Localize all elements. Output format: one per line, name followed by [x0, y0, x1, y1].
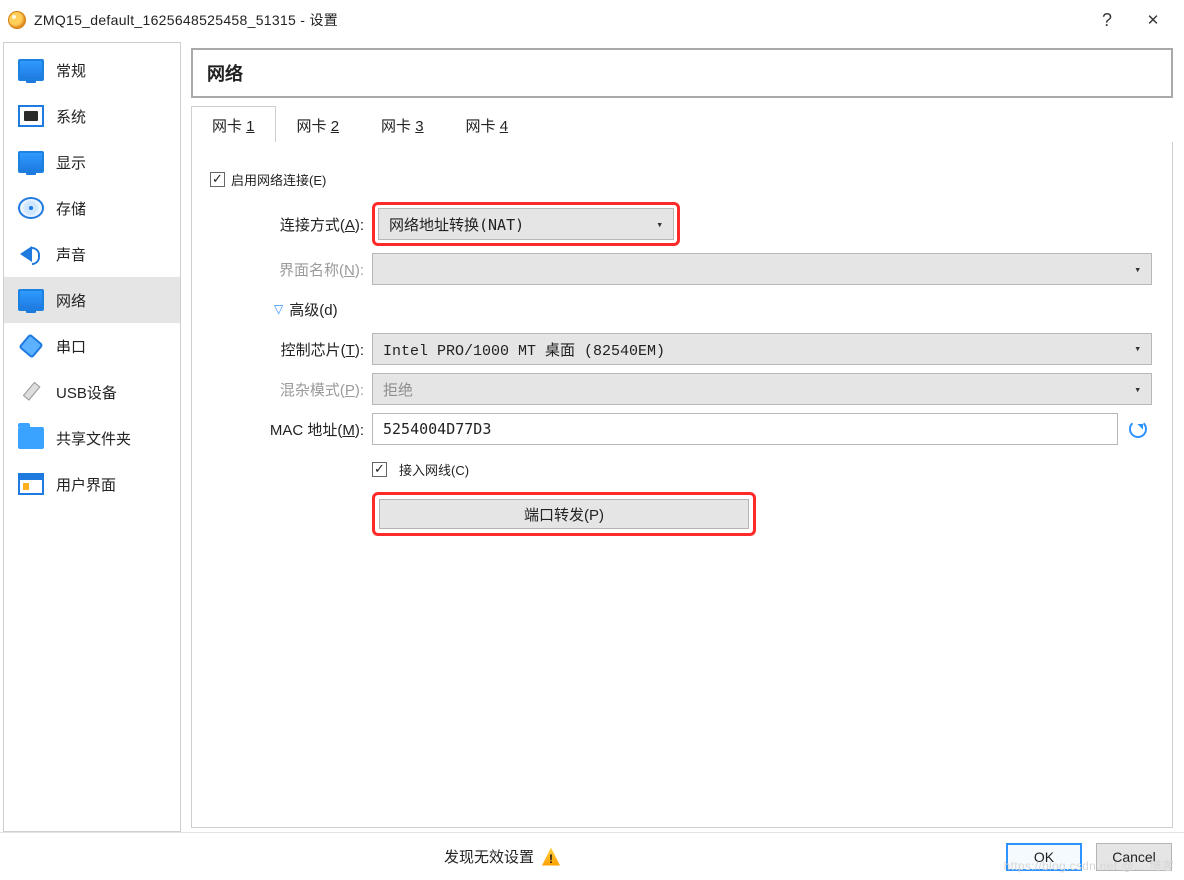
row-enable-network: 启用网络连接(E)	[206, 162, 1152, 196]
sidebar-item-label: USB设备	[56, 382, 117, 403]
refresh-icon	[1129, 420, 1147, 438]
title-bar: ZMQ15_default_1625648525458_51315 - 设置 ?…	[0, 0, 1184, 40]
main-panel: 网络 网卡 1 网卡 2 网卡 3 网卡 4	[181, 42, 1181, 832]
row-port-forwarding: 端口转发(P)	[212, 492, 1152, 536]
advanced-disclosure[interactable]: ▽ 高级(d)	[274, 299, 338, 320]
chip-icon	[18, 105, 44, 127]
mac-address-input[interactable]: 5254004D77D3	[372, 413, 1118, 445]
adapter-type-label: 控制芯片(T):	[212, 339, 372, 360]
promiscuous-mode-label: 混杂模式(P):	[212, 379, 372, 400]
virtualbox-icon	[8, 11, 26, 29]
sidebar-item-shared-folders[interactable]: 共享文件夹	[4, 415, 180, 461]
highlight-attached: 网络地址转换(NAT) ▾	[372, 202, 680, 246]
sidebar: 常规 系统 显示 存储 声音 网络	[3, 42, 181, 832]
tab-adapter-3[interactable]: 网卡 3	[360, 106, 445, 142]
row-cable-connected: 接入网线(C)	[212, 452, 1152, 486]
adapter-panel: 启用网络连接(E) 连接方式(A): 网络地址转换(NAT) ▾	[191, 142, 1173, 828]
sidebar-item-label: 串口	[56, 336, 86, 357]
cable-connected-label: 接入网线(C)	[399, 460, 469, 479]
monitor-icon	[18, 59, 44, 81]
sidebar-item-storage[interactable]: 存储	[4, 185, 180, 231]
chevron-down-icon: ▾	[1134, 342, 1141, 356]
sidebar-item-label: 共享文件夹	[56, 428, 131, 449]
sidebar-item-label: 系统	[56, 106, 86, 127]
sidebar-item-system[interactable]: 系统	[4, 93, 180, 139]
tab-bar: 网卡 1 网卡 2 网卡 3 网卡 4	[191, 106, 1173, 142]
sound-icon	[18, 243, 44, 265]
promiscuous-mode-value: 拒绝	[383, 379, 413, 400]
mac-address-label: MAC 地址(M):	[212, 419, 372, 440]
cancel-button[interactable]: Cancel	[1096, 843, 1172, 871]
page-title: 网络	[191, 48, 1173, 98]
monitor-icon	[18, 151, 44, 173]
sidebar-item-general[interactable]: 常规	[4, 47, 180, 93]
body: 常规 系统 显示 存储 声音 网络	[0, 40, 1184, 832]
refresh-mac-button[interactable]	[1124, 415, 1152, 443]
row-attached-to: 连接方式(A): 网络地址转换(NAT) ▾	[212, 202, 1152, 246]
window-title: ZMQ15_default_1625648525458_51315 - 设置	[34, 10, 338, 30]
usb-icon	[14, 375, 48, 409]
interface-name-select: ▾	[372, 253, 1152, 285]
invalid-settings-label: 发现无效设置	[444, 846, 534, 867]
highlight-port-forwarding: 端口转发(P)	[372, 492, 756, 536]
attached-to-label: 连接方式(A):	[212, 214, 372, 235]
adapter-type-value: Intel PRO/1000 MT 桌面 (82540EM)	[383, 339, 665, 360]
monitor-icon	[18, 289, 44, 311]
row-advanced: ▽ 高级(d)	[212, 292, 1152, 326]
row-promiscuous-mode: 混杂模式(P): 拒绝 ▾	[212, 372, 1152, 406]
sidebar-item-label: 存储	[56, 198, 86, 219]
warning-icon	[542, 848, 560, 866]
row-interface-name: 界面名称(N): ▾	[212, 252, 1152, 286]
plug-icon	[14, 329, 48, 363]
sidebar-item-audio[interactable]: 声音	[4, 231, 180, 277]
disk-icon	[18, 197, 44, 219]
enable-network-checkbox[interactable]	[210, 172, 225, 187]
adapter-type-select[interactable]: Intel PRO/1000 MT 桌面 (82540EM) ▾	[372, 333, 1152, 365]
interface-name-label: 界面名称(N):	[212, 259, 372, 280]
attached-to-value: 网络地址转换(NAT)	[389, 214, 524, 235]
enable-network-label: 启用网络连接(E)	[231, 170, 326, 189]
disclosure-down-icon: ▽	[274, 302, 283, 316]
promiscuous-mode-select: 拒绝 ▾	[372, 373, 1152, 405]
tab-adapter-2[interactable]: 网卡 2	[276, 106, 361, 142]
row-adapter-type: 控制芯片(T): Intel PRO/1000 MT 桌面 (82540EM) …	[212, 332, 1152, 366]
sidebar-item-user-interface[interactable]: 用户界面	[4, 461, 180, 507]
tab-adapter-4[interactable]: 网卡 4	[445, 106, 530, 142]
sidebar-item-network[interactable]: 网络	[4, 277, 180, 323]
folder-icon	[18, 427, 44, 449]
sidebar-item-display[interactable]: 显示	[4, 139, 180, 185]
sidebar-item-label: 声音	[56, 244, 86, 265]
sidebar-item-label: 常规	[56, 60, 86, 81]
mac-address-value: 5254004D77D3	[383, 420, 491, 438]
layout-icon	[18, 473, 44, 495]
settings-window: ZMQ15_default_1625648525458_51315 - 设置 ?…	[0, 0, 1184, 880]
chevron-down-icon: ▾	[1134, 263, 1141, 276]
sidebar-item-label: 显示	[56, 152, 86, 173]
attached-to-select[interactable]: 网络地址转换(NAT) ▾	[378, 208, 674, 240]
port-forwarding-button[interactable]: 端口转发(P)	[379, 499, 749, 529]
close-button[interactable]: ✕	[1130, 4, 1176, 36]
sidebar-item-label: 用户界面	[56, 474, 116, 495]
row-mac-address: MAC 地址(M): 5254004D77D3	[212, 412, 1152, 446]
sidebar-item-serial[interactable]: 串口	[4, 323, 180, 369]
sidebar-item-usb[interactable]: USB设备	[4, 369, 180, 415]
footer: 发现无效设置 OK Cancel	[0, 832, 1184, 880]
cable-connected-checkbox[interactable]	[372, 462, 387, 477]
tab-adapter-1[interactable]: 网卡 1	[191, 106, 276, 142]
chevron-down-icon: ▾	[656, 218, 663, 231]
help-button[interactable]: ?	[1084, 4, 1130, 36]
ok-button[interactable]: OK	[1006, 843, 1082, 871]
chevron-down-icon: ▾	[1134, 383, 1141, 396]
invalid-settings-notice[interactable]: 发现无效设置	[12, 846, 992, 867]
sidebar-item-label: 网络	[56, 290, 86, 311]
